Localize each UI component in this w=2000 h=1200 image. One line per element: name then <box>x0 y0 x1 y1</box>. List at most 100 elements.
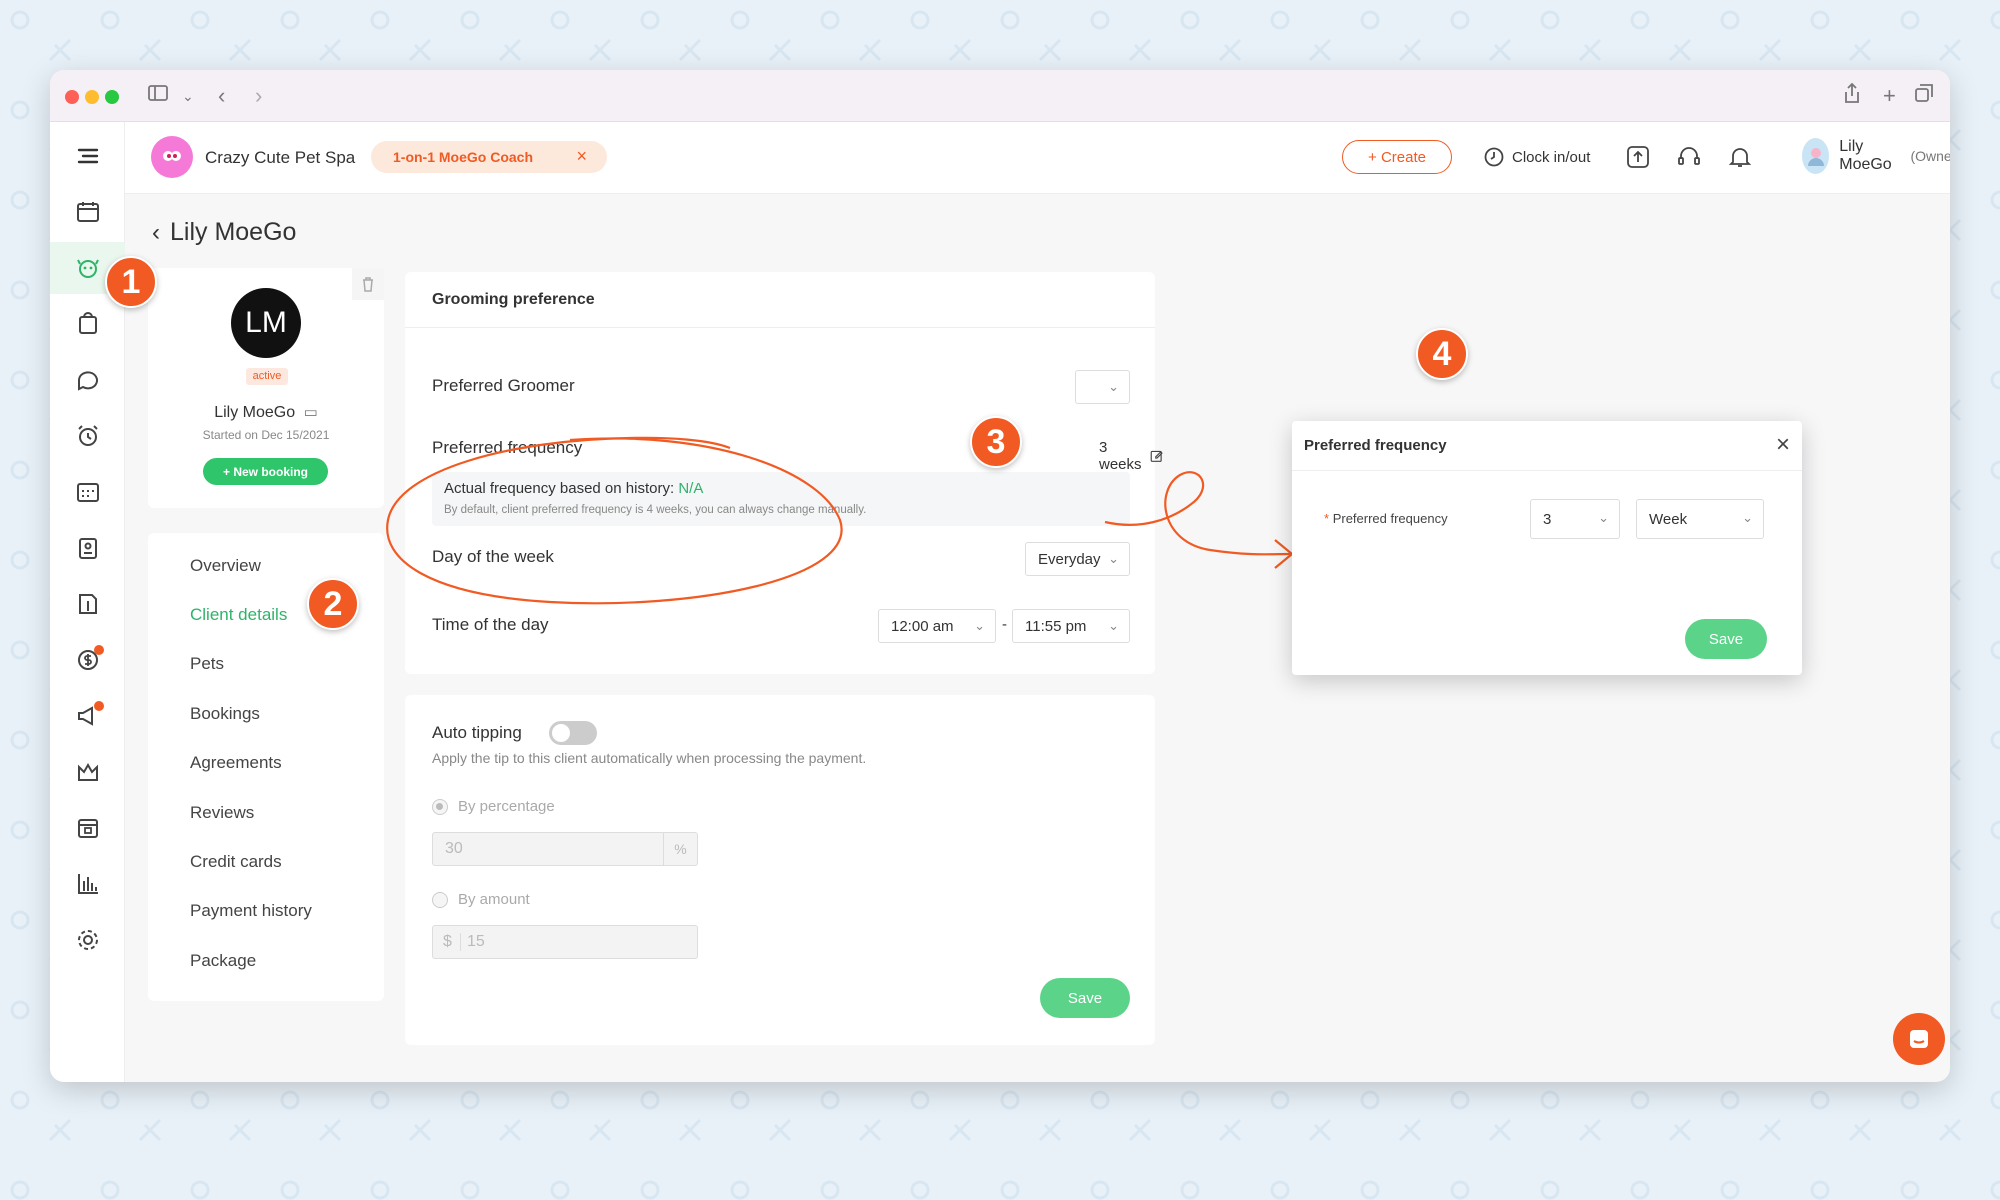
nav-reviews[interactable]: Reviews <box>190 803 254 823</box>
frequency-number-value: 3 <box>1543 510 1552 528</box>
auto-tipping-description: Apply the tip to this client automatical… <box>432 750 867 766</box>
save-button[interactable]: Save <box>1040 978 1130 1018</box>
reports-chart-icon[interactable] <box>50 858 125 910</box>
by-percentage-option[interactable]: By percentage <box>432 798 555 815</box>
user-name: Lily MoeGo <box>1839 138 1892 173</box>
client-name-text: Lily MoeGo <box>214 404 296 421</box>
id-card-icon[interactable]: ▭ <box>304 404 318 421</box>
nav-overview[interactable]: Overview <box>190 556 261 576</box>
notification-bell-icon[interactable] <box>1727 144 1753 170</box>
step-badge-1: 1 <box>105 256 157 308</box>
upload-icon[interactable] <box>1625 144 1651 170</box>
frequency-number-select[interactable]: 3 ⌄ <box>1530 499 1620 539</box>
menu-icon[interactable] <box>50 130 125 182</box>
step-badge-2: 2 <box>307 578 359 630</box>
maximize-window-button[interactable] <box>105 90 119 104</box>
map-icon[interactable] <box>50 578 125 630</box>
percent-suffix: % <box>663 833 697 865</box>
back-chevron-icon[interactable]: ‹ <box>152 219 160 247</box>
chevron-down-icon: ⌄ <box>1742 510 1753 525</box>
start-time-value: 12:00 am <box>891 617 954 635</box>
preferred-frequency-modal: Preferred frequency × * Preferred freque… <box>1292 421 1802 675</box>
payments-icon[interactable] <box>50 634 125 686</box>
client-name: Lily MoeGo ▭ <box>148 403 384 422</box>
frequency-unit-select[interactable]: Week ⌄ <box>1636 499 1764 539</box>
trash-icon[interactable] <box>352 268 384 300</box>
amount-value: 15 <box>467 933 485 950</box>
forward-arrow-icon[interactable]: › <box>255 82 262 110</box>
sidebar-toggle-icon[interactable] <box>147 82 169 111</box>
app-topbar: Crazy Cute Pet Spa 1-on-1 MoeGo Coach × … <box>125 122 1950 194</box>
coach-label: 1-on-1 MoeGo Coach <box>393 149 534 165</box>
end-time-value: 11:55 pm <box>1025 617 1087 635</box>
new-booking-button[interactable]: + New booking <box>203 458 328 485</box>
preferred-groomer-label: Preferred Groomer <box>432 376 575 395</box>
status-badge: active <box>246 368 288 385</box>
auto-tipping-toggle[interactable] <box>549 721 597 745</box>
message-icon[interactable] <box>50 354 125 406</box>
frequency-unit-value: Week <box>1649 510 1688 528</box>
auto-tipping-card: Auto tipping Apply the tip to this clien… <box>405 695 1155 1045</box>
user-avatar <box>1802 138 1830 174</box>
amount-input[interactable]: $ 15 <box>432 925 698 959</box>
calendar-settings-icon[interactable] <box>50 802 125 854</box>
chevron-down-icon: ⌄ <box>1108 618 1119 633</box>
settings-gear-icon[interactable] <box>50 914 125 966</box>
start-time-select[interactable]: 12:00 am ⌄ <box>878 609 996 643</box>
clock-label: Clock in/out <box>1512 148 1591 166</box>
end-time-select[interactable]: 11:55 pm ⌄ <box>1012 609 1130 643</box>
close-icon[interactable]: × <box>576 146 587 167</box>
close-icon[interactable]: × <box>1776 431 1790 459</box>
radio-button[interactable] <box>432 798 448 815</box>
modal-save-button[interactable]: Save <box>1685 619 1767 659</box>
clock-in-out-button[interactable]: Clock in/out <box>1483 146 1590 168</box>
nav-credit-cards[interactable]: Credit cards <box>190 852 282 872</box>
crown-icon[interactable] <box>50 746 125 798</box>
back-arrow-icon[interactable]: ‹ <box>218 82 225 110</box>
marketing-megaphone-icon[interactable] <box>50 690 125 742</box>
chevron-down-icon: ⌄ <box>1598 510 1609 525</box>
chevron-down-icon: ⌄ <box>1108 379 1119 394</box>
percentage-input[interactable]: 30 % <box>432 832 698 866</box>
user-menu[interactable]: Lily MoeGo (Owner) ▼ <box>1802 138 1950 174</box>
notification-dot <box>94 645 104 655</box>
modal-title: Preferred frequency <box>1304 437 1447 454</box>
page-title: ‹ Lily MoeGo <box>152 218 296 247</box>
retail-bag-icon[interactable] <box>50 298 125 350</box>
coach-banner[interactable]: 1-on-1 MoeGo Coach × <box>371 141 607 173</box>
chevron-down-icon[interactable]: ⌄ <box>182 82 194 110</box>
page-title-text: Lily MoeGo <box>170 218 297 246</box>
nav-client-details[interactable]: Client details <box>190 605 287 625</box>
percentage-value: 30 <box>445 840 463 857</box>
share-icon[interactable] <box>1842 82 1862 111</box>
nav-agreements[interactable]: Agreements <box>190 753 282 773</box>
by-amount-option[interactable]: By amount <box>432 891 530 908</box>
minimize-window-button[interactable] <box>85 90 99 104</box>
by-amount-label: By amount <box>458 891 530 908</box>
nav-package[interactable]: Package <box>190 951 256 971</box>
chat-launcher-icon[interactable] <box>1893 1013 1945 1065</box>
required-marker: * <box>1324 511 1330 526</box>
close-window-button[interactable] <box>65 90 79 104</box>
tab-overview-icon[interactable] <box>1914 82 1934 110</box>
create-button[interactable]: + Create <box>1342 140 1452 174</box>
modal-field-label-text: Preferred frequency <box>1332 511 1448 526</box>
alarm-clock-icon[interactable] <box>50 410 125 462</box>
support-headset-icon[interactable] <box>1676 144 1702 170</box>
calendar-icon[interactable] <box>50 186 125 238</box>
browser-titlebar: ⌄ ‹ › + <box>50 70 1950 122</box>
nav-pets[interactable]: Pets <box>190 654 224 674</box>
schedule-icon[interactable] <box>50 466 125 518</box>
clipboard-icon[interactable] <box>50 522 125 574</box>
client-avatar: LM <box>231 288 301 358</box>
new-tab-icon[interactable]: + <box>1883 82 1896 110</box>
nav-bookings[interactable]: Bookings <box>190 704 260 724</box>
radio-button[interactable] <box>432 891 448 908</box>
user-role: (Owner) <box>1910 148 1950 164</box>
preferred-groomer-select[interactable]: ⌄ <box>1075 370 1130 404</box>
business-name[interactable]: Crazy Cute Pet Spa <box>205 148 355 168</box>
nav-payment-history[interactable]: Payment history <box>190 901 312 921</box>
grooming-card-header: Grooming preference <box>405 272 1155 328</box>
day-of-week-value: Everyday <box>1038 550 1101 568</box>
currency-prefix: $ <box>443 933 461 951</box>
